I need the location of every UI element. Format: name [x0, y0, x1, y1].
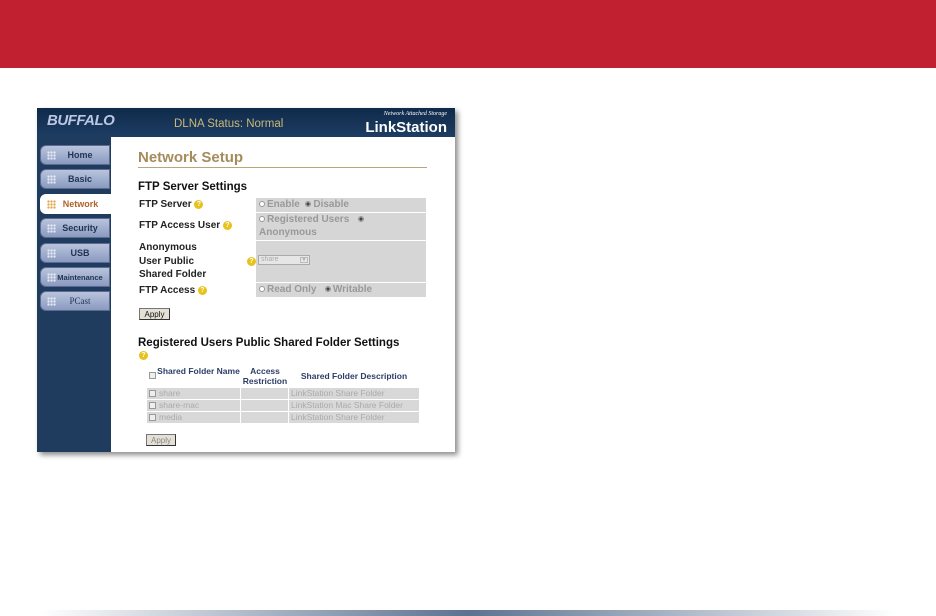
access-restriction [241, 412, 288, 423]
sidebar-item-usb[interactable]: USB [40, 243, 110, 263]
row-checkbox[interactable] [149, 414, 156, 421]
sidebar-item-security[interactable]: Security [40, 218, 110, 238]
col-header-description: Shared Folder Description [300, 371, 408, 381]
ftp-access-label: FTP Access ? [139, 284, 207, 298]
ftp-heading: FTP Server Settings [138, 181, 248, 193]
sidebar-item-basic[interactable]: Basic [40, 169, 110, 189]
label-text: FTP Access [139, 285, 196, 296]
sidebar-item-maintenance[interactable]: Maintenance [40, 267, 110, 287]
radio-label: Enable [267, 199, 300, 210]
dlna-status: DLNA Status: Normal [174, 118, 284, 130]
grip-icon [47, 151, 56, 160]
sidebar-item-pcast[interactable]: PCast [40, 291, 110, 311]
tagline: Network Attached Storage [383, 111, 447, 117]
grip-icon [47, 273, 56, 282]
sidebar-item-label: PCast [69, 296, 91, 306]
ftp-access-user-radio-group: Registered Users Anonymous [256, 213, 426, 240]
registered-heading: Registered Users Public Shared Folder Se… [138, 337, 400, 349]
help-icon[interactable]: ? [194, 199, 204, 209]
ftp-server-radio-group: Enable Disable [256, 198, 426, 212]
grip-icon [47, 200, 56, 209]
folder-name: share-mac [157, 400, 240, 411]
writable-radio[interactable] [324, 286, 331, 293]
anon-folder-select[interactable]: share ▼ [258, 255, 310, 265]
sidebar-item-label: USB [70, 248, 90, 258]
sidebar-item-label: Home [67, 150, 93, 160]
ftp-apply-button[interactable]: Apply [139, 308, 170, 320]
folder-name: share [157, 388, 240, 399]
select-all-checkbox[interactable] [149, 372, 156, 379]
help-icon[interactable]: ? [197, 285, 207, 295]
radio-label: Read Only [267, 284, 317, 295]
sidebar: Home Basic Network Security USB Maintena… [37, 137, 111, 452]
ftp-access-radio-group: Read Only Writable [256, 283, 426, 297]
sidebar-item-network[interactable]: Network [40, 194, 111, 214]
ftp-server-label: FTP Server ? [139, 198, 204, 212]
folder-description: LinkStation Share Folder [289, 388, 419, 399]
title-divider [138, 167, 427, 168]
read-only-radio[interactable] [259, 286, 265, 293]
buffalo-logo: BUFFALO [47, 112, 115, 129]
product-logo: LinkStation [365, 119, 447, 136]
main-content: Network Setup FTP Server Settings FTP Se… [111, 137, 455, 452]
footer-gradient-bar [40, 610, 896, 616]
linkstation-window: BUFFALO DLNA Status: Normal Network Atta… [37, 108, 455, 452]
registered-apply-button[interactable]: Apply [146, 434, 176, 446]
grip-icon [47, 224, 56, 233]
help-icon[interactable]: ? [222, 220, 232, 230]
chevron-down-icon: ▼ [300, 257, 308, 263]
help-icon[interactable]: ? [247, 257, 256, 266]
col-header-name: Shared Folder Name [157, 366, 240, 376]
sidebar-item-label: Basic [67, 174, 93, 184]
enable-radio[interactable] [259, 201, 265, 208]
sidebar-item-label: Security [62, 223, 98, 233]
folder-description: LinkStation Share Folder [289, 412, 419, 423]
page-title: Network Setup [138, 149, 244, 166]
sidebar-item-label: Network [62, 199, 99, 209]
radio-label: Registered Users [267, 214, 350, 225]
select-value: share [261, 256, 279, 263]
access-restriction [241, 400, 288, 411]
access-restriction [241, 388, 288, 399]
grip-icon [47, 297, 56, 306]
ftp-access-user-label: FTP Access User ? [139, 219, 232, 233]
label-text: FTP Server [139, 199, 192, 210]
radio-label: Disable [313, 199, 349, 210]
top-banner [0, 0, 936, 68]
folder-description: LinkStation Mac Share Folder [289, 400, 419, 411]
label-text: FTP Access User [139, 220, 221, 231]
col-header-access: Access Restriction [242, 366, 288, 386]
radio-label: Writable [332, 284, 373, 295]
help-icon[interactable]: ? [139, 351, 148, 360]
app-header: BUFFALO DLNA Status: Normal Network Atta… [37, 108, 455, 137]
anon-folder-label: Anonymous User Public Shared Folder [139, 242, 207, 280]
row-checkbox[interactable] [149, 390, 156, 397]
row-checkbox[interactable] [149, 402, 156, 409]
sidebar-item-home[interactable]: Home [40, 145, 110, 165]
grip-icon [47, 175, 56, 184]
disable-radio[interactable] [305, 201, 312, 208]
sidebar-item-label: Maintenance [57, 272, 103, 282]
registered-users-radio[interactable] [259, 216, 265, 223]
grip-icon [47, 249, 56, 258]
radio-label: Anonymous [259, 227, 317, 238]
folder-name: media [157, 412, 240, 423]
anonymous-radio[interactable] [357, 216, 364, 223]
